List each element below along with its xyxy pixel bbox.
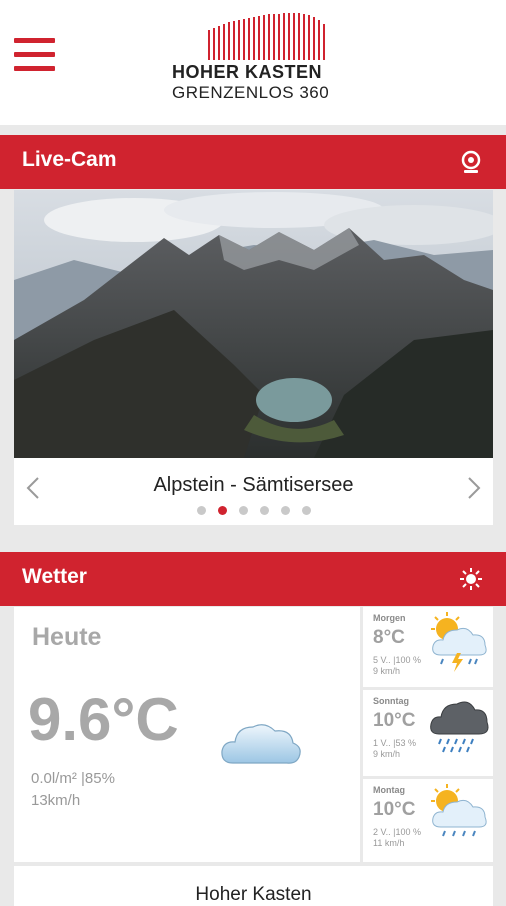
livecam-navigation: Alpstein - Sämtisersee xyxy=(14,458,493,525)
sun-icon[interactable] xyxy=(458,566,484,592)
pagination-dot[interactable] xyxy=(259,506,269,515)
forecast-day-card[interactable]: Morgen 8°C 5 V.. |100 % 9 km/h xyxy=(363,607,493,687)
forecast-day-card[interactable]: Sonntag 10°C 1 V.. |53 % 9 km/h xyxy=(363,690,493,776)
forecast-precipitation: 1 V.. |53 % xyxy=(373,738,417,748)
sun-cloud-rain-icon xyxy=(431,784,487,837)
livecam-caption: Alpstein - Sämtisersee xyxy=(153,474,354,496)
forecast-day: Morgen xyxy=(373,613,406,623)
location-name: Hoher Kasten xyxy=(195,884,312,905)
forecast-precipitation: 2 V.. |100 % xyxy=(373,827,422,837)
pagination-dots xyxy=(14,506,493,515)
forecast-temperature: 10°C xyxy=(373,710,416,731)
pagination-dot[interactable] xyxy=(238,506,248,515)
today-precipitation: 0.0l/m² |85% xyxy=(31,770,115,787)
pagination-dot-active[interactable] xyxy=(217,506,227,515)
location-card[interactable]: Hoher Kasten xyxy=(14,866,493,906)
pagination-dot[interactable] xyxy=(280,506,290,515)
forecast-temperature: 8°C xyxy=(373,627,405,648)
chevron-right-icon[interactable] xyxy=(463,476,483,500)
dark-cloud-rain-icon xyxy=(430,701,489,753)
livecam-title: Live-Cam xyxy=(22,148,117,171)
app-header: HOHER KASTEN GRENZENLOS 360 xyxy=(0,0,506,125)
pagination-dot[interactable] xyxy=(196,506,206,515)
logo-title: HOHER KASTEN xyxy=(172,62,323,82)
weather-header[interactable]: Wetter xyxy=(0,552,506,606)
forecast-day: Sonntag xyxy=(373,696,409,706)
logo: HOHER KASTEN GRENZENLOS 360 xyxy=(168,10,338,105)
weather-title: Wetter xyxy=(22,565,87,588)
sun-cloud-thunder-rain-icon xyxy=(431,612,487,672)
forecast-precipitation: 5 V.. |100 % xyxy=(373,655,422,665)
livecam-image[interactable] xyxy=(14,190,493,458)
weather-today-card[interactable]: Heute 9.6°C 0.0l/m² |85% 13km/h xyxy=(14,607,360,862)
forecast-day-card[interactable]: Montag 10°C 2 V.. |100 % 11 km/h xyxy=(363,779,493,862)
today-label: Heute xyxy=(32,623,102,651)
forecast-temperature: 10°C xyxy=(373,799,416,820)
forecast-wind: 9 km/h xyxy=(373,666,401,676)
forecast-day: Montag xyxy=(373,785,405,795)
hamburger-menu-icon[interactable] xyxy=(14,38,56,72)
webcam-icon[interactable] xyxy=(458,149,484,175)
today-wind: 13km/h xyxy=(31,792,81,809)
pagination-dot[interactable] xyxy=(301,506,311,515)
livecam-header[interactable]: Live-Cam xyxy=(0,135,506,189)
cloud-icon xyxy=(221,724,301,764)
today-temperature: 9.6°C xyxy=(28,686,179,753)
logo-bars-graphic xyxy=(208,13,325,60)
forecast-wind: 11 km/h xyxy=(373,838,405,848)
logo-subtitle: GRENZENLOS 360 xyxy=(172,83,330,102)
forecast-wind: 9 km/h xyxy=(373,749,401,759)
